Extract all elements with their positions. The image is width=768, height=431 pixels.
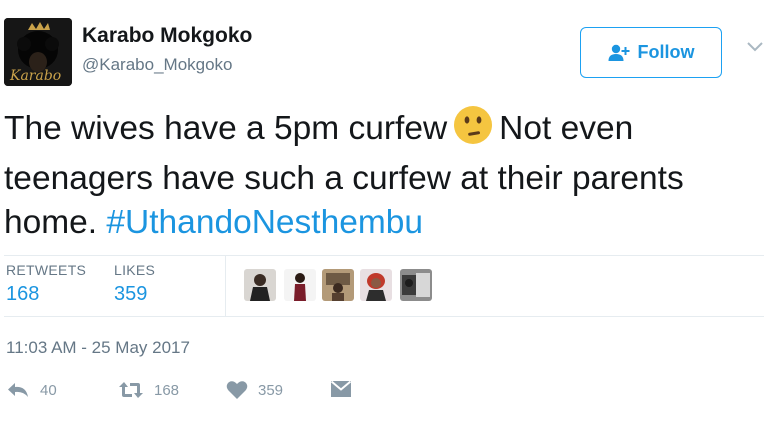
divider [4, 255, 764, 256]
retweet-count: 168 [154, 381, 180, 399]
like-button[interactable]: 359 [226, 380, 283, 400]
reply-button[interactable]: 40 [6, 380, 57, 400]
add-user-icon [608, 44, 629, 61]
hashtag-link[interactable]: #UthandoNesthembu [106, 204, 423, 241]
follow-button[interactable]: Follow [580, 27, 722, 78]
tweet-timestamp[interactable]: 11:03 AM - 25 May 2017 [6, 338, 190, 358]
retweets-label[interactable]: RETWEETS [6, 262, 86, 278]
heart-icon [226, 381, 248, 399]
retweet-button[interactable]: 168 [118, 380, 179, 400]
liker-avatar[interactable] [360, 269, 392, 301]
likes-count[interactable]: 359 [114, 283, 147, 306]
liker-avatar[interactable] [284, 269, 316, 301]
avatar[interactable]: Karabo [4, 18, 72, 86]
divider [4, 316, 764, 317]
tweet-text-part1: The wives have a 5pm curfew [4, 110, 448, 147]
reply-icon [8, 383, 28, 397]
envelope-icon [330, 380, 352, 397]
tweet-text: The wives have a 5pm curfew Not even tee… [4, 105, 766, 245]
author-display-name[interactable]: Karabo Mokgoko [82, 24, 252, 48]
liker-avatar[interactable] [244, 269, 276, 301]
direct-message-button[interactable] [330, 380, 352, 398]
confused-face-icon [453, 105, 493, 157]
author-handle[interactable]: @Karabo_Mokgoko [82, 55, 233, 75]
reply-count: 40 [40, 381, 57, 399]
liker-avatar[interactable] [322, 269, 354, 301]
avatar-logo-text: Karabo [10, 68, 62, 84]
like-count: 359 [258, 381, 284, 399]
retweets-count[interactable]: 168 [6, 283, 39, 306]
follow-button-label: Follow [637, 42, 695, 62]
chevron-down-icon[interactable] [746, 40, 764, 54]
stats-separator [225, 256, 226, 316]
liker-avatar[interactable] [400, 269, 432, 301]
likes-label[interactable]: LIKES [114, 262, 155, 278]
retweet-icon [119, 382, 143, 398]
